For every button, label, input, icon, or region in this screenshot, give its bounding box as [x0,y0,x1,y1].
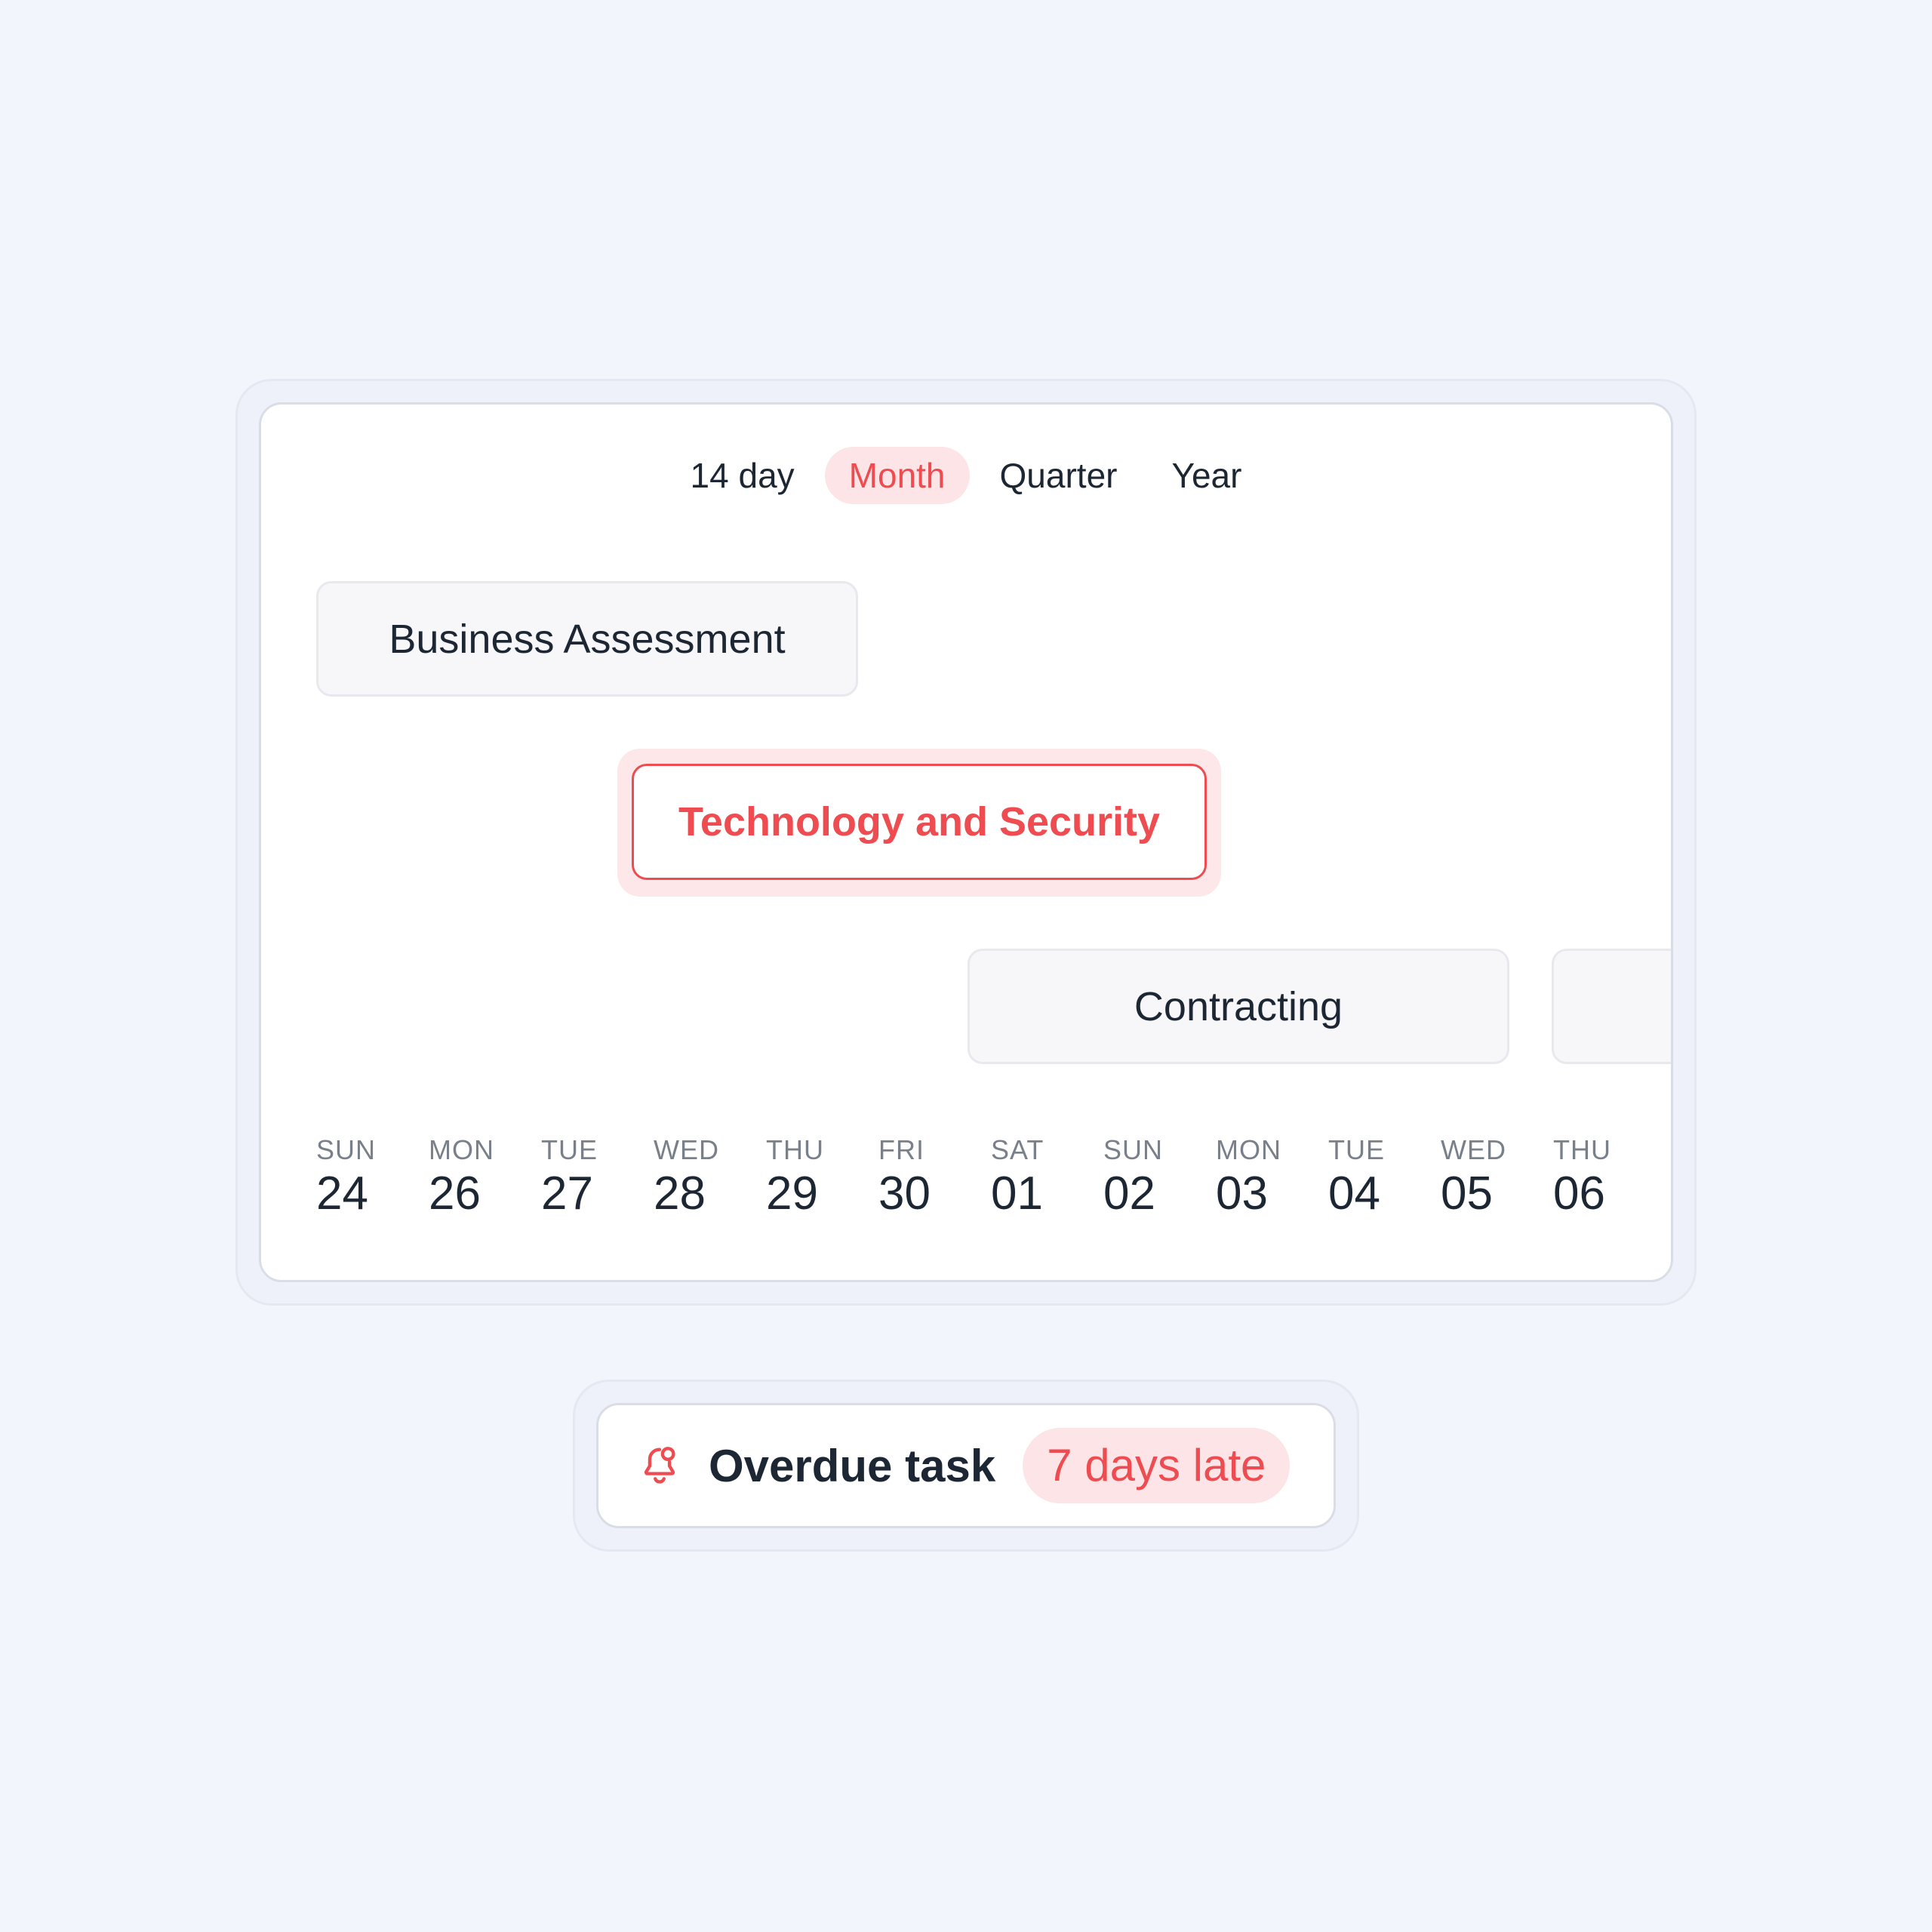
notification-title: Overdue task [709,1440,996,1491]
view-option-month[interactable]: Month [824,447,970,504]
weekday-label: FRI [878,1134,924,1165]
weekday-label: THU [1553,1134,1611,1165]
date-column: WED 28 [654,1135,766,1223]
days-late-badge: 7 days late [1023,1428,1291,1503]
overdue-notification[interactable]: Overdue task 7 days late [596,1403,1336,1528]
view-option-year[interactable]: Year [1147,447,1266,504]
weekday-label: SUN [316,1134,377,1165]
view-option-14-day[interactable]: 14 day [666,447,819,504]
task-label: Technology and Security [678,799,1161,844]
task-label: Contracting [1134,983,1343,1029]
day-number: 04 [1328,1168,1380,1220]
date-column: SUN 02 [1103,1135,1216,1223]
task-bar-contracting[interactable]: Contracting [968,949,1509,1064]
weekday-label: WED [1441,1134,1506,1165]
weekday-label: MON [1216,1134,1281,1165]
date-column: TUE 27 [541,1135,654,1223]
date-column: WED 05 [1441,1135,1553,1223]
day-number: 27 [541,1168,593,1220]
date-column: THU 06 [1553,1135,1666,1223]
day-number: 26 [429,1168,481,1220]
task-bar-technology-and-security[interactable]: Technology and Security [632,764,1207,880]
day-number: 05 [1441,1168,1493,1220]
task-bar-next[interactable] [1552,949,1671,1064]
day-number: 03 [1216,1168,1268,1220]
weekday-label: MON [429,1134,494,1165]
day-number: 28 [654,1168,706,1220]
day-number: 01 [991,1168,1043,1220]
timeline-card: 14 day Month Quarter Year Business Asses… [259,402,1673,1282]
date-column: FRI 30 [878,1135,991,1223]
weekday-label: SUN [1103,1134,1164,1165]
date-column: MON 03 [1216,1135,1328,1223]
date-column: SUN 24 [316,1135,429,1223]
view-selector: 14 day Month Quarter Year [261,447,1671,504]
bell-alert-icon [644,1447,675,1484]
day-number: 29 [766,1168,818,1220]
date-column: MON 26 [429,1135,541,1223]
task-bar-business-assessment[interactable]: Business Assessment [316,581,858,697]
date-column: SAT 01 [991,1135,1103,1223]
view-option-quarter[interactable]: Quarter [976,447,1142,504]
task-label: Business Assessment [389,616,786,662]
weekday-label: SAT [991,1134,1044,1165]
day-number: 30 [878,1168,931,1220]
weekday-label: TUE [541,1134,598,1165]
weekday-label: WED [654,1134,719,1165]
date-column: TUE 04 [1328,1135,1441,1223]
date-column: THU 29 [766,1135,878,1223]
day-number: 02 [1103,1168,1155,1220]
weekday-label: TUE [1328,1134,1385,1165]
day-number: 24 [316,1168,368,1220]
weekday-label: THU [766,1134,824,1165]
day-number: 06 [1553,1168,1605,1220]
date-scale: SUN 24 MON 26 TUE 27 WED 28 THU 29 FRI 3… [316,1135,1666,1223]
